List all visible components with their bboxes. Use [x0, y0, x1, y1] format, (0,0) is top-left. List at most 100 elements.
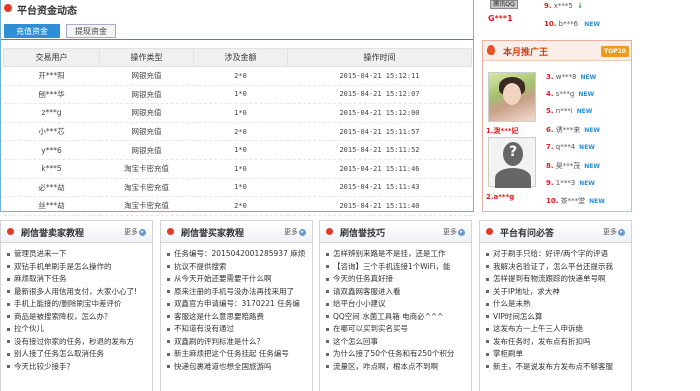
cell-time: 2015-04-21 15:12:00	[287, 103, 472, 123]
more-link[interactable]: 更多 ▸	[603, 227, 625, 237]
list-item[interactable]: 麻烦取消下任务	[7, 273, 151, 286]
promotion-entry[interactable]: 8. 昊***茂 NEW	[546, 161, 600, 171]
list-item[interactable]: 请双鑫网客服进入看	[326, 286, 470, 299]
table-row: 刨***华 网银充值 1*0 2015-04-21 15:12:07	[3, 85, 472, 105]
cell-user: 刨***华	[3, 85, 100, 105]
list-item[interactable]: 这发布方一上午三人申诉绝	[486, 323, 630, 336]
list-item[interactable]: 双钻手机单刷手是怎么操作的	[7, 261, 151, 274]
list-item[interactable]: 这个怎么回事	[326, 336, 470, 349]
rank-user: 茶***堂	[560, 197, 586, 205]
column-buyer-tutorial: 刷信誉买家教程 更多 ▸ 任务编号：2015042001285937 麻烦 抗议不…	[160, 220, 313, 391]
article-title: 拉个伙儿	[14, 324, 44, 333]
list-item[interactable]: 掌柜刷单	[486, 348, 630, 361]
cell-time: 2015-04-21 15:11:57	[287, 122, 472, 142]
article-title: 今天比较少接手？	[14, 361, 74, 371]
table-row: k***5 淘宝卡密充值 1*0 2015-04-21 15:11:46	[3, 159, 472, 179]
bullet-icon	[167, 228, 174, 235]
list-item[interactable]: 双鑫官方申请编号：3170221 任务编	[167, 298, 311, 311]
tab-recharge-funds[interactable]: 充值资金	[4, 24, 60, 38]
list-item[interactable]: 发布任务时，发布点有折扣吗	[486, 336, 630, 349]
promotion-entry[interactable]: 7. q***4 NEW	[546, 143, 595, 151]
bullet-icon	[7, 228, 14, 235]
cell-time: 2015-04-21 15:12:11	[287, 66, 472, 86]
more-link[interactable]: 更多 ▸	[124, 227, 146, 237]
bullet-icon	[4, 4, 12, 12]
list-item[interactable]: 没有接过你家的任务，秒退的发布方	[7, 336, 151, 349]
top-user-name[interactable]: G***1	[488, 14, 513, 23]
winner-name-1[interactable]: 1.泼***妃	[486, 126, 519, 136]
list-item[interactable]: QQ空间 水菌工具箱 电商必^^^	[326, 311, 470, 324]
list-item[interactable]: 原来注册的手机号没办法再找来用了	[167, 286, 311, 299]
winner-avatar[interactable]	[488, 72, 536, 122]
avatar-face	[503, 83, 521, 105]
cell-type: 网银充值	[99, 66, 194, 86]
bullet-icon	[167, 277, 170, 281]
bullet-icon	[326, 340, 329, 343]
ranking-entry[interactable]: 9. x***5 ↓	[544, 2, 583, 10]
winner-name-2[interactable]: 2.a***g	[486, 193, 514, 201]
list-item[interactable]: 为什么接了50个任务和有250个积分	[326, 348, 470, 361]
table-row: y***6 网银充值 1*0 2015-04-21 15:11:52	[3, 140, 472, 160]
list-item[interactable]: 任务编号：2015042001285937 麻烦	[167, 248, 311, 261]
list-item[interactable]: 抗议不提供搜索	[167, 261, 311, 274]
list-item[interactable]: 关于IP地址，求大神	[486, 286, 630, 299]
list-item[interactable]: 商品是被搜索降权，怎么办？	[7, 311, 151, 324]
list-item[interactable]: 最新很多人用信用支付，大家小心了!	[7, 286, 151, 299]
promotion-entry[interactable]: 9. 1***3 NEW	[546, 179, 595, 187]
list-item[interactable]: 在哪可以买到实名买号	[326, 323, 470, 336]
ranking-entry[interactable]: 10. b***6 NEW	[544, 20, 600, 28]
promotion-entry[interactable]: 3. w***8 NEW	[546, 73, 596, 81]
bullet-icon	[7, 277, 10, 281]
rank-number: 10.	[544, 20, 557, 28]
list-item[interactable]: 我解决名验证了，怎么平台还提示我	[486, 261, 630, 274]
article-title: 双鑫刷的评判标准是什么？	[174, 336, 264, 346]
cell-amount: 1*0	[193, 140, 288, 160]
more-link[interactable]: 更多 ▸	[443, 227, 465, 237]
default-avatar-icon[interactable]: ?	[488, 137, 536, 188]
list-item[interactable]: 【咨询】三个手机连接1个WiFi，能	[326, 261, 470, 274]
list-item[interactable]: 怎样提到有物流跟踪的快递单号啊	[486, 273, 630, 286]
list-item[interactable]: 什么是未熟	[486, 298, 630, 311]
list-item[interactable]: 拉个伙儿	[7, 323, 151, 336]
bullet-icon	[167, 265, 170, 268]
bullet-icon	[326, 277, 329, 281]
promotion-entry[interactable]: 10. 茶***堂 NEW	[546, 196, 605, 206]
article-title: 为什么接了50个任务和有250个积分	[333, 349, 455, 358]
list-item[interactable]: 给平台小小建议	[326, 298, 470, 311]
bullet-icon	[167, 352, 170, 356]
article-title: 怎样辨别来路是不是挂，还是工作	[333, 249, 446, 258]
chevron-right-icon: ▸	[618, 228, 625, 236]
rank-number: 8.	[546, 162, 554, 170]
list-item[interactable]: 双鑫刷的评判标准是什么？	[167, 336, 311, 349]
list-item[interactable]: 新主，不是说发布方发布点不够客服	[486, 361, 630, 374]
article-title: 【咨询】三个手机连接1个WiFi，能	[333, 261, 451, 271]
list-item[interactable]: 流量区，咋点啊，根本点不到啊	[326, 361, 470, 374]
promotion-entry[interactable]: 6. 诱***来 NEW	[546, 125, 600, 135]
list-item[interactable]: 手机上能接的/删除刷宝中差评价	[7, 298, 151, 311]
article-title: 今天的任务真好接	[333, 274, 393, 283]
bullet-icon	[326, 315, 329, 318]
list-item[interactable]: 怎样辨别来路是不是挂，还是工作	[326, 248, 470, 261]
promotion-entry[interactable]: 4. s***g NEW	[546, 90, 594, 98]
list-item[interactable]: 今天比较少接手？	[7, 361, 151, 374]
list-item[interactable]: 快递包裹难道也想全国旅游吗	[167, 361, 311, 374]
bullet-icon	[486, 252, 489, 256]
column-header: 刷信誉技巧 更多 ▸	[320, 221, 471, 243]
article-list: 对于刷手只给：好评/两个字的评语 我解决名验证了，怎么平台还提示我 怎样提到有物…	[486, 248, 630, 373]
list-item[interactable]: 别人接了任务怎么取消任务	[7, 348, 151, 361]
list-item[interactable]: VIP时间怎么算	[486, 311, 630, 324]
list-item[interactable]: 今天的任务真好接	[326, 273, 470, 286]
list-item[interactable]: 不知道有没有通过	[167, 323, 311, 336]
list-item[interactable]: 管理员进来一下	[7, 248, 151, 261]
bullet-icon	[167, 302, 170, 306]
article-title: 手机上能接的/删除刷宝中差评价	[14, 299, 122, 308]
list-item[interactable]: 从今天开始还要需要干什么啊	[167, 273, 311, 286]
promotion-entry[interactable]: 5. n***i NEW	[546, 107, 592, 115]
tab-withdraw-funds[interactable]: 提现资金	[66, 24, 116, 38]
more-link[interactable]: 更多 ▸	[284, 227, 306, 237]
list-item[interactable]: 客服这是什么意思要赔路费	[167, 311, 311, 324]
list-item[interactable]: 新主麻烦把这个任务挂起 任务编号	[167, 348, 311, 361]
article-title: 别人接了任务怎么取消任务	[14, 349, 104, 358]
list-item[interactable]: 对于刷手只给：好评/两个字的评语	[486, 248, 630, 261]
bullet-icon	[326, 352, 329, 356]
